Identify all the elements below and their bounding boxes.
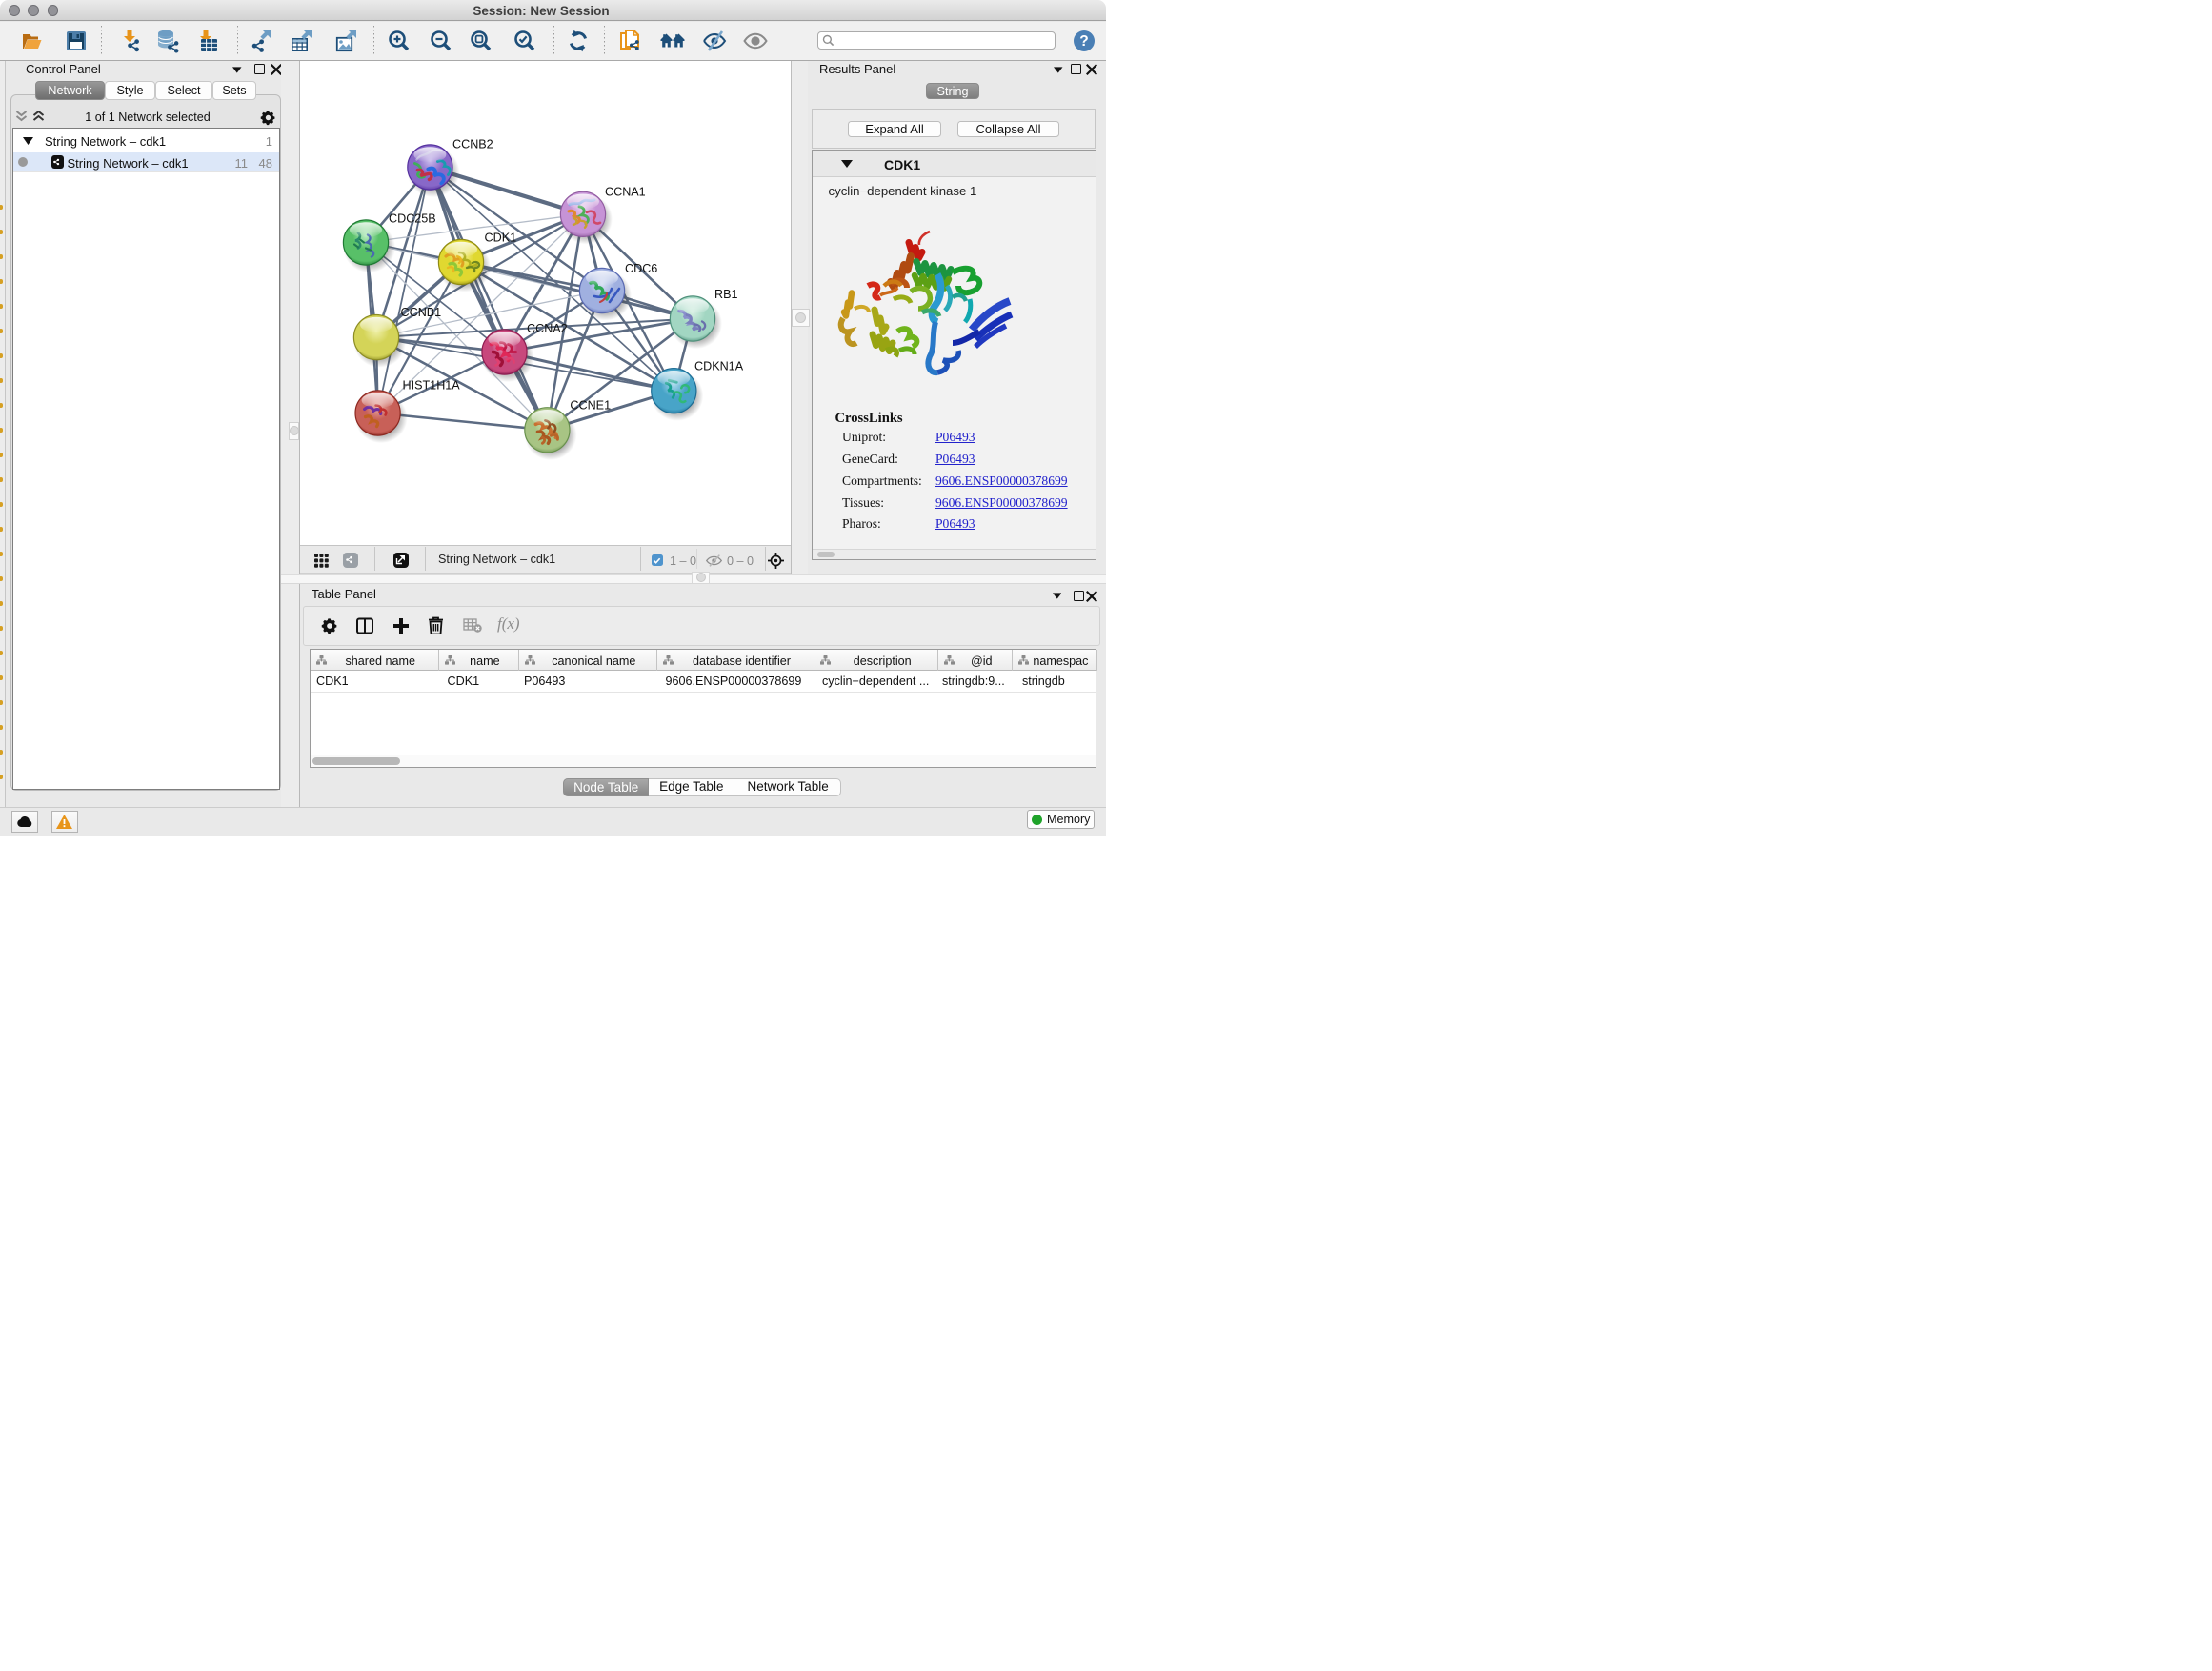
svg-text:CDC6: CDC6 — [625, 262, 657, 275]
svg-text:CCNA1: CCNA1 — [605, 185, 646, 198]
svg-text:?: ? — [1079, 33, 1088, 50]
svg-text:RB1: RB1 — [714, 288, 738, 301]
svg-text:CCNE1: CCNE1 — [570, 398, 611, 412]
svg-text:HIST1H1A: HIST1H1A — [403, 378, 461, 392]
svg-text:CCNB1: CCNB1 — [401, 306, 442, 319]
svg-text:CCNA2: CCNA2 — [527, 322, 568, 335]
svg-text:CDK1: CDK1 — [485, 231, 517, 244]
svg-text:CDKN1A: CDKN1A — [694, 359, 744, 372]
svg-text:CCNB2: CCNB2 — [452, 137, 493, 151]
svg-text:CDC25B: CDC25B — [389, 211, 436, 225]
